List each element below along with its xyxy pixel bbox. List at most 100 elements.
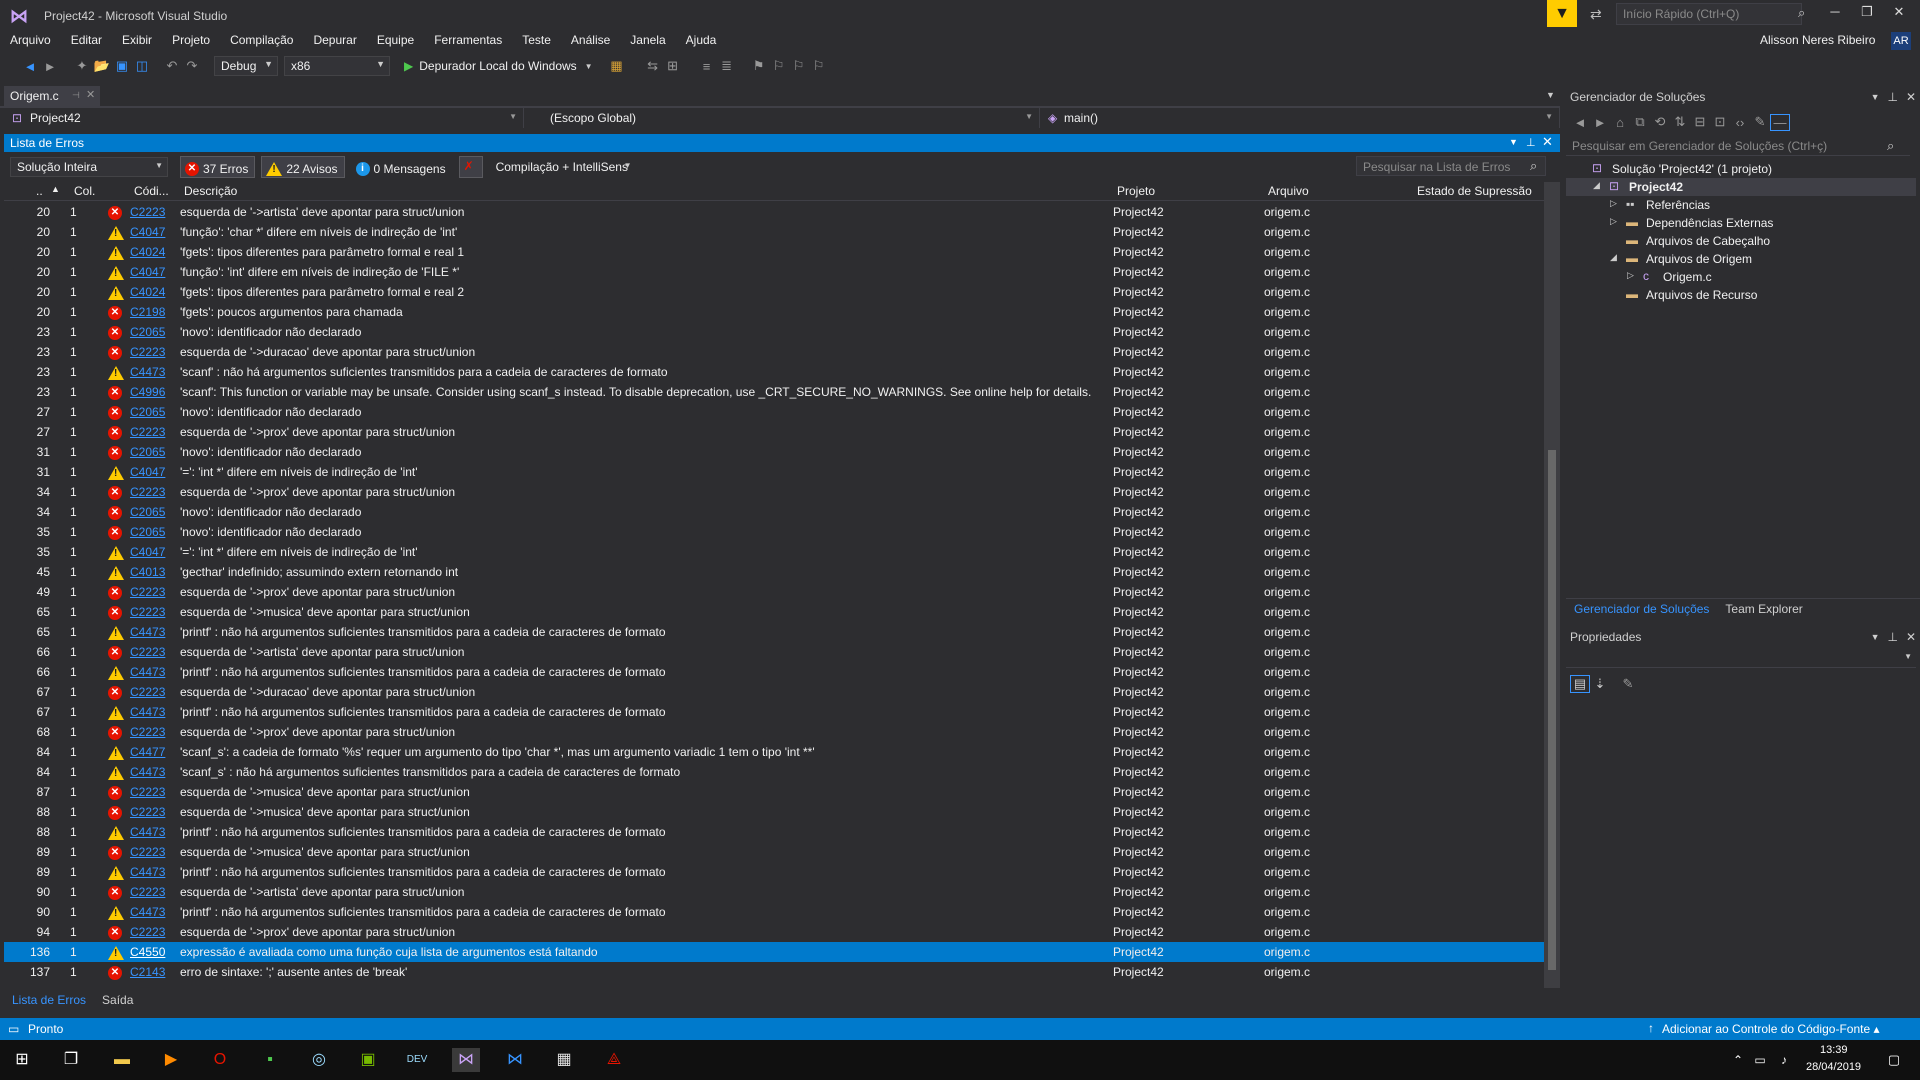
chevron-down-icon[interactable]: ▼ — [1509, 137, 1518, 147]
warnings-filter-toggle[interactable]: 22 Avisos — [261, 156, 345, 178]
row-code-link[interactable]: C2143 — [130, 965, 165, 979]
row-code-link[interactable]: C2223 — [130, 425, 165, 439]
property-pages-icon[interactable]: ✎ — [1618, 676, 1638, 692]
nvidia-icon[interactable]: ▣ — [354, 1048, 382, 1072]
row-code-link[interactable]: C2065 — [130, 325, 165, 339]
row-code-link[interactable]: C4473 — [130, 365, 165, 379]
pin-icon[interactable]: ⊥ — [1887, 630, 1897, 644]
expander-icon[interactable]: ◢ — [1610, 252, 1617, 263]
comment-icon[interactable]: ≡ — [697, 59, 717, 74]
steam-icon[interactable]: ◎ — [305, 1048, 333, 1072]
tree-item[interactable]: ▷ ▪▪ Referências — [1566, 196, 1916, 214]
filter-current-document-icon[interactable]: ✗ — [458, 156, 483, 178]
row-code-link[interactable]: C2223 — [130, 585, 165, 599]
row-code-link[interactable]: C2223 — [130, 685, 165, 699]
menu-analise[interactable]: Análise — [561, 32, 620, 50]
back-icon[interactable]: ◄ — [1570, 115, 1590, 130]
next-bookmark-icon[interactable]: ⚐ — [789, 58, 809, 74]
restore-button[interactable]: ❐ — [1852, 4, 1882, 26]
categorized-icon[interactable]: ▤ — [1570, 675, 1590, 693]
table-row[interactable]: 23 1 C4473 'scanf' : não há argumentos sufi… — [4, 362, 1544, 382]
table-row[interactable]: 20 1 C4047 'função': 'int' difere em níveis… — [4, 262, 1544, 282]
row-code-link[interactable]: C2223 — [130, 605, 165, 619]
table-row[interactable]: 89 1 ✕ C2223 esquerda de '->musica' deve apo… — [4, 842, 1544, 862]
table-row[interactable]: 94 1 ✕ C2223 esquerda de '->prox' deve apont… — [4, 922, 1544, 942]
collapse-all-icon[interactable]: ⊟ — [1690, 114, 1710, 130]
table-row[interactable]: 67 1 C4473 'printf' : não há argumentos suf… — [4, 702, 1544, 722]
table-row[interactable]: 20 1 C4024 'fgets': tipos diferentes para p… — [4, 242, 1544, 262]
notifications-icon[interactable]: ▢ — [1880, 1048, 1908, 1072]
table-row[interactable]: 34 1 ✕ C2223 esquerda de '->prox' deve apont… — [4, 482, 1544, 502]
preview-icon[interactable]: — — [1770, 113, 1790, 131]
pin-icon[interactable]: ⊥ — [1526, 136, 1536, 149]
home-icon[interactable]: ⌂ — [1610, 115, 1630, 130]
row-code-link[interactable]: C2065 — [130, 445, 165, 459]
table-row[interactable]: 136 1 C4550 expressão é avaliada como uma f… — [4, 942, 1544, 962]
row-code-link[interactable]: C4473 — [130, 825, 165, 839]
table-row[interactable]: 68 1 ✕ C2223 esquerda de '->prox' deve apont… — [4, 722, 1544, 742]
close-icon[interactable]: ✕ — [1906, 90, 1916, 104]
row-code-link[interactable]: C2223 — [130, 885, 165, 899]
errors-filter-toggle[interactable]: ✕ 37 Erros — [180, 156, 256, 178]
back-icon[interactable]: ◄ — [20, 59, 40, 74]
row-code-link[interactable]: C4550 — [130, 945, 165, 959]
table-row[interactable]: 90 1 C4473 'printf' : não há argumentos suf… — [4, 902, 1544, 922]
row-code-link[interactable]: C2223 — [130, 345, 165, 359]
redo-icon[interactable]: ↷ — [182, 58, 202, 74]
search-icon[interactable]: ⌕ — [1887, 138, 1894, 154]
dev-cpp-icon[interactable]: DEV — [403, 1048, 431, 1072]
row-code-link[interactable]: C2065 — [130, 405, 165, 419]
pin-icon[interactable]: ⊣ — [72, 90, 80, 101]
start-debugger-button[interactable]: ▶ Depurador Local do Windows ▼ — [404, 59, 593, 73]
row-code-link[interactable]: C4473 — [130, 665, 165, 679]
menu-depurar[interactable]: Depurar — [303, 32, 366, 50]
platform-select[interactable]: x86 ▼ — [284, 56, 390, 76]
row-code-link[interactable]: C2223 — [130, 925, 165, 939]
table-row[interactable]: 65 1 C4473 'printf' : não há argumentos suf… — [4, 622, 1544, 642]
table-row[interactable]: 137 1 ✕ C2143 erro de sintaxe: ';' ausente a… — [4, 962, 1544, 982]
terminal-icon[interactable]: ▪ — [256, 1048, 284, 1072]
col-header-code[interactable]: Códi... — [134, 184, 169, 198]
file-explorer-icon[interactable]: ▬ — [108, 1048, 136, 1072]
table-row[interactable]: 20 1 C4024 'fgets': tipos diferentes para p… — [4, 282, 1544, 302]
close-window-button[interactable]: ✕ — [1884, 4, 1914, 26]
tree-item[interactable]: ▬ Arquivos de Recurso — [1566, 286, 1916, 304]
media-player-icon[interactable]: ▶ — [157, 1048, 185, 1072]
row-code-link[interactable]: C4473 — [130, 765, 165, 779]
clock-time[interactable]: 13:39 — [1820, 1044, 1848, 1056]
row-code-link[interactable]: C4013 — [130, 565, 165, 579]
notifications-filter-icon[interactable]: ▼ — [1547, 0, 1577, 27]
row-code-link[interactable]: C2198 — [130, 305, 165, 319]
table-row[interactable]: 27 1 ✕ C2065 'novo': identificador não decla… — [4, 402, 1544, 422]
show-all-files-icon[interactable]: ⊡ — [1710, 114, 1730, 130]
table-row[interactable]: 20 1 ✕ C2223 esquerda de '->artista' deve ap… — [4, 202, 1544, 222]
table-row[interactable]: 67 1 ✕ C2223 esquerda de '->duracao' deve ap… — [4, 682, 1544, 702]
pin-icon[interactable]: ⊥ — [1887, 90, 1897, 104]
row-code-link[interactable]: C4024 — [130, 245, 165, 259]
tree-item[interactable]: ▷ c Origem.c — [1566, 268, 1916, 286]
row-code-link[interactable]: C2223 — [130, 805, 165, 819]
table-row[interactable]: 87 1 ✕ C2223 esquerda de '->musica' deve apo… — [4, 782, 1544, 802]
volume-icon[interactable]: ♪ — [1770, 1048, 1798, 1072]
tab-solution-explorer[interactable]: Gerenciador de Soluções — [1566, 600, 1717, 618]
table-row[interactable]: 20 1 ✕ C2198 'fgets': poucos argumentos para… — [4, 302, 1544, 322]
forward-icon[interactable]: ► — [1590, 115, 1610, 130]
scope-nav-combo[interactable]: (Escopo Global) ▼ — [524, 108, 1040, 128]
table-row[interactable]: 23 1 ✕ C2223 esquerda de '->duracao' deve ap… — [4, 342, 1544, 362]
menu-compilacao[interactable]: Compilação — [220, 32, 303, 50]
messages-filter-toggle[interactable]: i 0 Mensagens — [351, 156, 453, 178]
menu-arquivo[interactable]: Arquivo — [0, 32, 61, 50]
expander-icon[interactable]: ▷ — [1610, 216, 1617, 227]
row-code-link[interactable]: C2223 — [130, 485, 165, 499]
clear-bookmarks-icon[interactable]: ⚐ — [809, 58, 829, 74]
vscode-icon[interactable]: ⋈ — [501, 1048, 529, 1072]
row-code-link[interactable]: C2223 — [130, 845, 165, 859]
properties-object-select[interactable]: ▼ — [1566, 648, 1916, 668]
tree-item[interactable]: ◢ ▬ Arquivos de Origem — [1566, 250, 1916, 268]
chevron-down-icon[interactable]: ▼ — [1546, 90, 1555, 100]
windows-start-icon[interactable]: ⊞ — [8, 1048, 36, 1072]
sync-icon[interactable]: ⇅ — [1670, 114, 1690, 130]
undo-icon[interactable]: ↶ — [162, 58, 182, 74]
table-row[interactable]: 27 1 ✕ C2223 esquerda de '->prox' deve apont… — [4, 422, 1544, 442]
table-row[interactable]: 35 1 C4047 '=': 'int *' difere em níveis de… — [4, 542, 1544, 562]
